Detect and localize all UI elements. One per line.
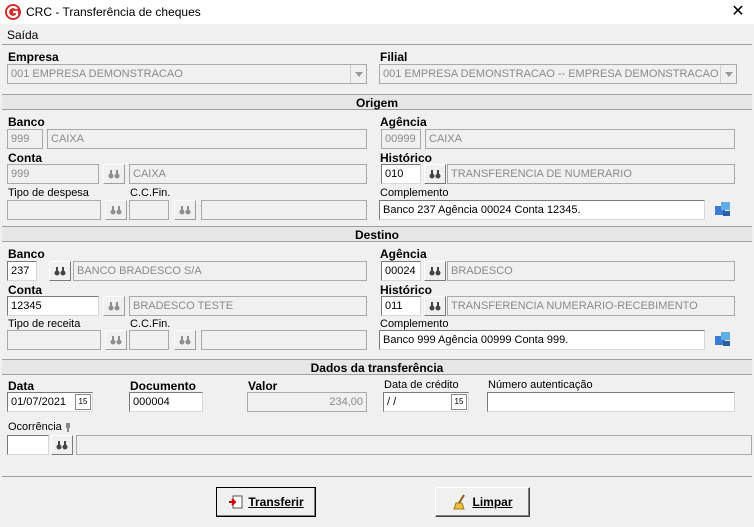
origem-agencia-code[interactable]: 00999	[381, 129, 421, 149]
origem-historico-name: TRANSFERENCIA DE NUMERARIO	[447, 164, 735, 184]
destino-ccfin-name	[201, 330, 367, 350]
close-button[interactable]: ✕	[722, 0, 754, 24]
window-title: CRC - Transferência de cheques	[26, 5, 201, 19]
binoculars-icon[interactable]	[51, 435, 73, 455]
origem-banco-label: Banco	[8, 115, 45, 129]
origem-ccfin-label: C.C.Fin.	[130, 187, 171, 199]
transfer-icon	[229, 495, 243, 509]
valor-label: Valor	[248, 379, 278, 393]
origem-banco-code[interactable]: 999	[7, 129, 43, 149]
empresa-value: 001 EMPRESA DEMONSTRACAO	[11, 68, 183, 80]
destino-historico-code[interactable]: 011	[381, 296, 421, 316]
transferir-button[interactable]: Transferir	[216, 487, 316, 517]
origem-banco-name: CAIXA	[47, 129, 367, 149]
origem-tipo-label: Tipo de despesa	[8, 187, 89, 199]
destino-agencia-label: Agência	[380, 247, 427, 261]
destino-ccfin-label: C.C.Fin.	[130, 318, 171, 330]
ocorrencia-label: Ocorrência	[8, 421, 62, 433]
divider	[2, 44, 752, 45]
origem-agencia-label: Agência	[380, 115, 427, 129]
destino-agencia-code[interactable]: 00024	[381, 261, 421, 281]
chevron-down-icon[interactable]	[720, 65, 736, 83]
destino-banco-code[interactable]: 237	[7, 261, 37, 281]
limpar-label: Limpar	[472, 495, 513, 509]
binoculars-icon[interactable]	[103, 296, 125, 316]
filial-label: Filial	[380, 50, 408, 64]
destino-agencia-name: BRADESCO	[447, 261, 735, 281]
destino-conta-name: BRADESCO TESTE	[129, 296, 367, 316]
origem-historico-label: Histórico	[380, 151, 433, 165]
filial-select[interactable]: 001 EMPRESA DEMONSTRACAO -- EMPRESA DEMO…	[379, 64, 737, 84]
destino-tipo-input[interactable]	[7, 330, 101, 350]
filial-value: 001 EMPRESA DEMONSTRACAO -- EMPRESA DEMO…	[383, 68, 719, 80]
binoculars-icon[interactable]	[424, 261, 446, 281]
destino-banco-label: Banco	[8, 247, 45, 261]
menu-item-saida[interactable]: Saída	[7, 28, 38, 42]
divider	[2, 476, 752, 477]
origem-conta-label: Conta	[8, 151, 42, 165]
edit-memo-icon[interactable]	[714, 330, 732, 348]
destino-header: Destino	[2, 226, 752, 242]
menu-bar	[0, 24, 754, 44]
destino-banco-name: BANCO BRADESCO S/A	[73, 261, 367, 281]
destino-historico-name: TRANSFERENCIA NUMERARIO-RECEBIMENTO	[447, 296, 735, 316]
app-logo-icon	[4, 3, 22, 21]
binoculars-icon[interactable]	[424, 164, 446, 184]
credito-value: / /	[387, 396, 397, 408]
documento-input[interactable]: 000004	[129, 392, 203, 412]
chevron-down-icon[interactable]	[350, 65, 366, 83]
binoculars-icon[interactable]	[49, 261, 71, 281]
calendar-icon[interactable]: 15	[451, 394, 467, 410]
valor-input[interactable]: 234,00	[247, 392, 367, 412]
origem-ccfin-input[interactable]	[129, 200, 169, 220]
credito-label: Data de crédito	[384, 379, 459, 391]
destino-complemento-label: Complemento	[380, 318, 449, 330]
destino-conta-code[interactable]: 12345	[7, 296, 99, 316]
binoculars-icon[interactable]	[424, 296, 446, 316]
origem-conta-code[interactable]: 999	[7, 164, 99, 184]
autenticacao-label: Número autenticação	[488, 379, 593, 391]
pin-icon	[64, 423, 72, 432]
ocorrencia-code[interactable]	[7, 435, 49, 455]
binoculars-icon[interactable]	[174, 200, 196, 220]
destino-conta-label: Conta	[8, 283, 42, 297]
origem-complemento-label: Complemento	[380, 187, 449, 199]
origem-tipo-input[interactable]	[7, 200, 101, 220]
origem-ccfin-name	[201, 200, 367, 220]
limpar-button[interactable]: Limpar	[435, 487, 530, 517]
origem-complemento-input[interactable]: Banco 237 Agência 00024 Conta 12345.	[379, 200, 705, 220]
empresa-select[interactable]: 001 EMPRESA DEMONSTRACAO	[7, 64, 367, 84]
data-label: Data	[8, 379, 35, 393]
edit-memo-icon[interactable]	[714, 200, 732, 218]
autenticacao-input[interactable]	[487, 392, 735, 412]
documento-label: Documento	[130, 379, 196, 393]
binoculars-icon[interactable]	[105, 330, 127, 350]
destino-tipo-label: Tipo de receita	[8, 318, 81, 330]
destino-ccfin-input[interactable]	[129, 330, 169, 350]
ocorrencia-name	[76, 435, 752, 455]
binoculars-icon[interactable]	[105, 200, 127, 220]
destino-complemento-input[interactable]: Banco 999 Agência 00999 Conta 999.	[379, 330, 705, 350]
binoculars-icon[interactable]	[103, 164, 125, 184]
origem-conta-name: CAIXA	[129, 164, 367, 184]
destino-historico-label: Histórico	[380, 283, 433, 297]
empresa-label: Empresa	[8, 50, 59, 64]
transferir-label: Transferir	[248, 495, 304, 509]
origem-header: Origem	[2, 94, 752, 110]
broom-icon	[453, 494, 466, 510]
calendar-icon[interactable]: 15	[75, 394, 91, 410]
binoculars-icon[interactable]	[174, 330, 196, 350]
data-value: 01/07/2021	[11, 396, 67, 408]
dados-header: Dados da transferência	[2, 359, 752, 375]
origem-historico-code[interactable]: 010	[381, 164, 421, 184]
origem-agencia-name: CAIXA	[425, 129, 735, 149]
